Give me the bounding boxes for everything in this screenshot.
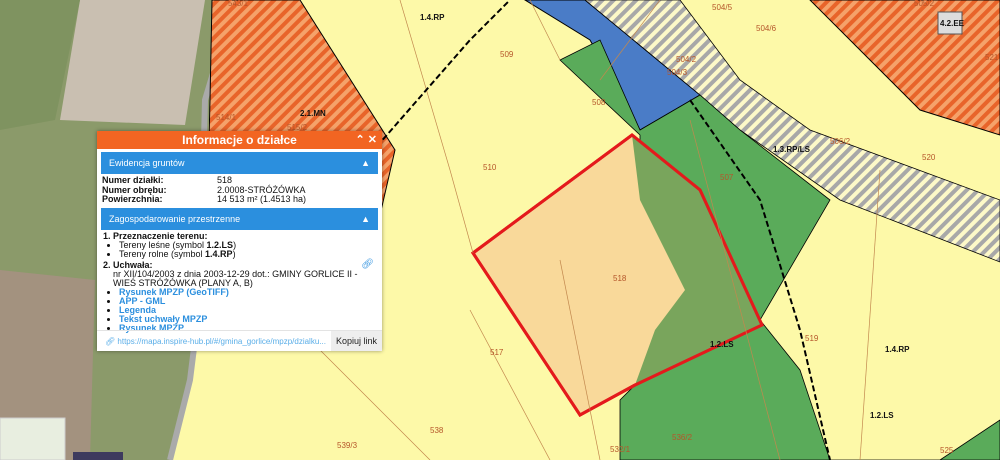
minimap[interactable]	[0, 417, 66, 460]
share-url[interactable]: 🔗︎ https://mapa.inspire-hub.pl/#/gmina_g…	[97, 337, 331, 346]
zone-label: 2.1.MN	[300, 109, 326, 118]
parcel-label: 525	[940, 446, 954, 455]
section-title: Ewidencja gruntów	[109, 158, 185, 168]
collapse-icon[interactable]: ⌃	[356, 134, 365, 146]
link-icon[interactable]: 🔗︎	[361, 259, 374, 269]
parcel-label: 538	[430, 426, 444, 435]
parcel-label: 510	[483, 163, 497, 172]
parcel-label: 504/2	[676, 55, 697, 64]
copy-link-button[interactable]: Kopiuj link	[330, 331, 382, 351]
parcel-label: 509	[500, 50, 514, 59]
zone-1-4-rp-topright[interactable]	[809, 0, 1000, 136]
zone-label: 4.2.EE	[940, 19, 965, 28]
parcel-label: 539/3	[337, 441, 358, 450]
parcel-label: 504/6	[756, 24, 777, 33]
panel-title: Informacje o działce	[182, 133, 297, 147]
parcel-label: 543/1	[228, 0, 249, 8]
panel-header: Informacje o działce ⌃ ✕	[97, 131, 382, 149]
info-row: Powierzchnia: 14 513 m² (1.4513 ha)	[97, 194, 382, 205]
parcel-label: 504/5	[712, 3, 733, 12]
close-icon[interactable]: ✕	[368, 134, 377, 146]
section-title: Zagospodarowanie przestrzenne	[109, 213, 241, 224]
parcel-label: 504/3	[667, 68, 688, 77]
parcel-label: 518	[613, 274, 627, 283]
basemap-switcher[interactable]	[73, 452, 123, 460]
chevron-up-icon[interactable]: ▲	[361, 152, 370, 174]
parcel-label: 532/1	[610, 445, 631, 454]
parcel-label: 508	[592, 98, 606, 107]
zone-label: 1.3.RP/LS	[773, 145, 811, 154]
uchwala-text: nr XII/104/2003 z dnia 2003-12-29 dot.: …	[113, 268, 358, 288]
parcel-label: 507	[720, 173, 734, 182]
parcel-info-panel: Informacje o działce ⌃ ✕ Ewidencja grunt…	[97, 131, 382, 351]
parcel-label: 520	[922, 153, 936, 162]
parcel-label: 517	[490, 348, 504, 357]
parcel-label: 514/1	[216, 113, 237, 122]
info-value: 14 513 m² (1.4513 ha)	[217, 194, 307, 204]
info-key: Powierzchnia:	[102, 194, 163, 204]
zone-label: 1.2.LS	[870, 411, 894, 420]
zone-label: 1.4.RP	[420, 13, 445, 22]
section-zagospodarowanie[interactable]: Zagospodarowanie przestrzenne ▲	[101, 207, 378, 230]
zone-label: 1.4.RP	[885, 345, 910, 354]
section-ewidencja[interactable]: Ewidencja gruntów ▲	[101, 152, 378, 174]
zone-label: 1.2.LS	[710, 340, 734, 349]
share-link-bar: 🔗︎ https://mapa.inspire-hub.pl/#/gmina_g…	[97, 330, 382, 351]
parcel-label: 519	[805, 334, 819, 343]
chevron-up-icon[interactable]: ▲	[361, 208, 370, 230]
parcel-label: 505/2	[914, 0, 935, 8]
parcel-label: 521	[985, 53, 999, 62]
parcel-label: 506/2	[830, 137, 851, 146]
link-icon: 🔗︎	[105, 336, 118, 346]
zoning-details: 1. Przeznaczenie terenu: Tereny leśne (s…	[97, 230, 382, 335]
parcel-label: 536/2	[672, 433, 693, 442]
land-use-item: Tereny rolne (symbol 1.4.RP)	[119, 249, 376, 259]
